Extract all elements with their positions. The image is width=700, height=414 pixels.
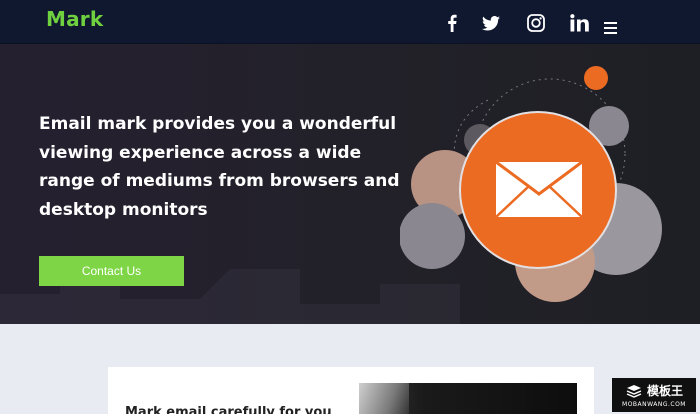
watermark-title: 模板王 [646,384,683,398]
envelope-icon [495,160,583,218]
twitter-icon[interactable] [480,12,502,34]
content-card: Mark email carefully for you [108,367,594,414]
hero-headline: Email mark provides you a wonderful view… [39,114,400,220]
watermark-logo-icon [626,384,642,398]
facebook-icon[interactable] [444,12,460,34]
contact-us-button[interactable]: Contact Us [39,256,184,286]
site-watermark: 模板王 MOBANWANG.COM [612,378,696,412]
brand-logo[interactable]: Mark [46,7,103,31]
watermark-domain: MOBANWANG.COM [622,401,686,408]
hero-banner: Email mark provides you a wonderful view… [0,44,700,324]
card-heading: Mark email carefully for you [125,405,332,414]
hamburger-menu-icon[interactable] [602,20,620,34]
instagram-icon[interactable] [525,12,547,34]
linkedin-icon[interactable] [569,12,591,34]
card-photo [359,383,577,414]
email-illustration [400,66,662,302]
top-navbar: Mark [0,0,700,44]
